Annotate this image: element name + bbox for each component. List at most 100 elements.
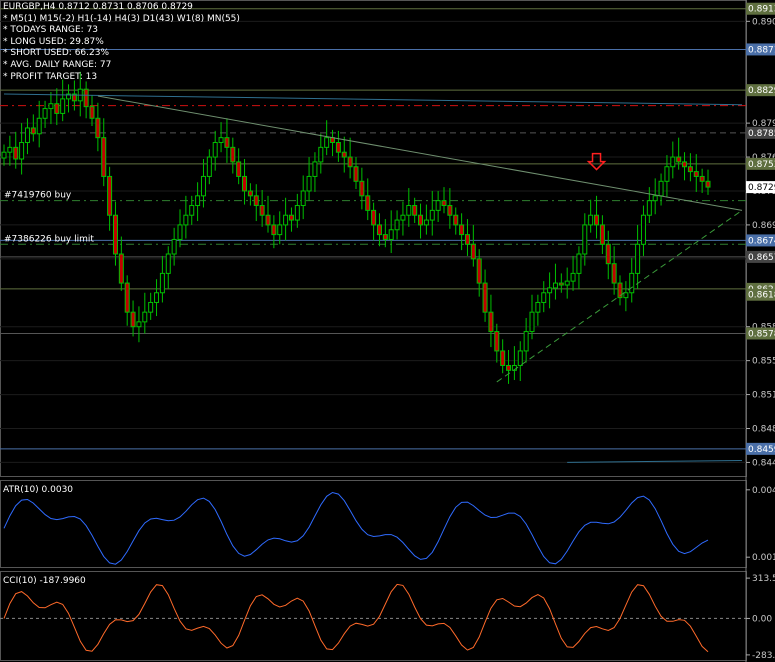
candle-body [107,175,113,216]
candle-body [576,253,582,274]
candle-body [206,156,212,177]
candle-body [48,103,54,110]
info-line: * SHORT USED: 66.23% [3,48,110,59]
candle-body [277,224,283,236]
price-tag-label: 0.8459 [748,445,775,455]
candle-body [224,137,230,148]
candle-body [54,103,60,114]
candle-body [300,190,306,207]
candle-body [494,331,500,352]
candle-body [547,287,553,294]
candle-body [429,209,435,221]
candle-body [294,205,300,221]
candle-body [394,219,400,231]
candle-body [259,205,265,216]
cci-tick-label: -283.64 [752,651,775,661]
candle-body [60,98,66,114]
candle-body [283,214,289,226]
candle-body [7,146,13,153]
candle-body [623,292,629,299]
price-tick-label: 0.8445 [752,458,775,468]
candle-body [646,200,652,216]
price-tick-label: 0.8900 [752,17,775,27]
candle-body [142,311,148,323]
candle-body [253,195,259,207]
candle-body [124,282,130,313]
candle-body [189,205,195,216]
candle-body [464,234,470,245]
candle-body [288,214,294,221]
candle-body [341,151,347,158]
price-tag-label: 0.8753 [748,160,775,170]
candle-body [171,238,177,255]
cci-tick-label: 313.56 [752,574,775,584]
candle-body [154,292,160,303]
candle-body [541,292,547,303]
candle-body [118,253,124,284]
candle-body [83,88,89,108]
price-tick-label: 0.8550 [752,357,775,367]
atr-tick-label: 0.0018 [752,553,775,563]
candle-body [218,137,224,144]
candle-body [588,214,594,226]
price-tag-label: 0.8829 [748,86,775,96]
candle-body [382,234,388,240]
candle-body [552,282,558,289]
candle-body [693,171,699,177]
info-line: * AVG. DAILY RANGE: 77 [3,59,112,70]
candle-body [359,180,365,197]
candle-body [376,224,382,236]
atr-tick-label: 0.0046 [752,486,775,496]
candle-body [500,350,506,366]
candle-body [470,243,476,260]
candle-body [247,190,253,197]
candle-body [324,137,330,148]
candle-body [652,195,658,202]
candle-body [95,117,101,139]
price-tag-label: 0.8578 [748,329,775,339]
candle-body [558,282,564,286]
candle-body [453,214,459,226]
candle-body [682,161,688,168]
candle-body [265,214,271,226]
candle-body [42,108,48,119]
candle-body [687,166,693,173]
candle-body [435,200,441,211]
candle-body [112,214,118,255]
chart-info-panel: EURGBP,H4 0.8712 0.8731 0.8706 0.8729 * … [3,2,240,83]
candle-body [599,224,605,245]
candle-body [412,205,418,216]
order-label: #7386226 buy limit [4,234,94,244]
candle-body [570,272,576,282]
candle-body [635,243,641,274]
candle-body [611,263,617,284]
price-tag-label: 0.8729 [748,183,775,193]
candle-body [658,180,664,197]
candle-body [365,195,371,211]
candle-body [670,156,676,168]
candle-body [242,175,248,192]
candle-body [195,195,201,207]
candle-body [482,282,488,313]
candle-body [629,272,635,294]
candle-body [699,175,705,182]
candle-body [236,161,242,177]
candle-body [148,301,154,313]
candle-body [30,127,36,135]
candle-body [130,311,136,328]
price-tick-label: 0.8480 [752,424,775,434]
candle-body [318,146,324,163]
candle-body [312,161,318,177]
candle-body [506,364,512,371]
candle-body [459,224,465,236]
candle-body [13,146,19,160]
price-tag-label: 0.8657 [748,253,775,263]
price-tag-label: 0.8618 [748,291,775,301]
price-tag-label: 0.8871 [748,45,775,55]
price-tag-label: 0.8785 [748,129,775,139]
candle-body [165,253,171,274]
cci-tick-label: 0.00 [752,614,772,624]
candle-body [605,243,611,265]
price-chart[interactable]: 0.89000.87950.87600.87250.86900.86550.85… [0,0,775,662]
candle-body [271,224,277,236]
